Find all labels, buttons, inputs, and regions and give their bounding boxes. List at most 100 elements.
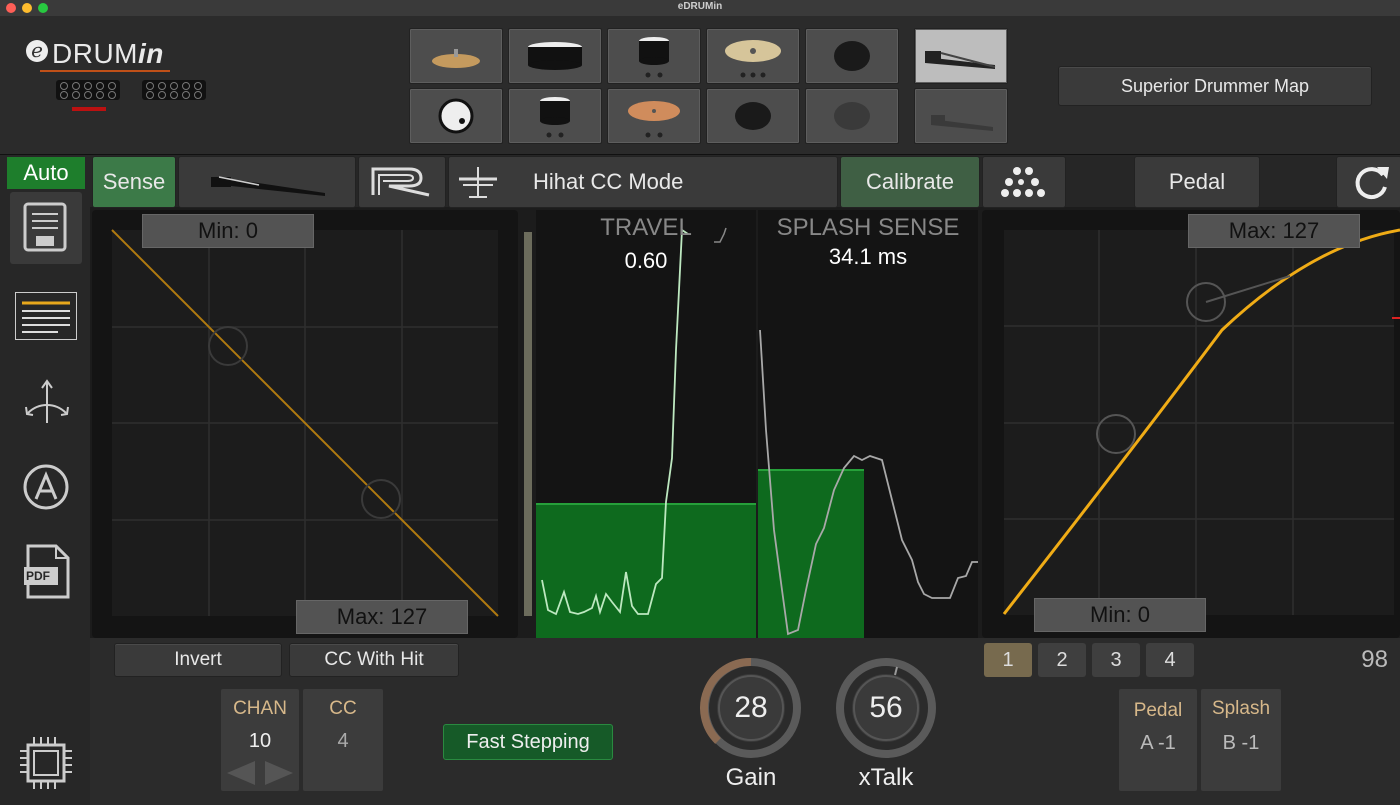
save-icon	[23, 202, 67, 252]
splash-meter: SPLASH SENSE 34.1 ms	[758, 210, 978, 638]
level-strip	[524, 232, 532, 616]
dots-pattern-icon	[1001, 167, 1045, 197]
min-label-left[interactable]: Min: 0	[142, 214, 314, 248]
pad-trigger-1[interactable]	[805, 28, 899, 84]
pad-trigger-2[interactable]	[706, 88, 800, 144]
cc-selector[interactable]: CC 4	[303, 689, 383, 791]
pad-ride-cymbal[interactable]	[706, 28, 800, 84]
kick-icon	[438, 98, 474, 134]
cc-value: 4	[337, 730, 349, 752]
input-port-2[interactable]	[142, 80, 206, 100]
left-arrow-icon	[227, 761, 255, 785]
min-label-right[interactable]: Min: 0	[1034, 598, 1206, 632]
invert-button[interactable]: Invert	[114, 643, 282, 677]
pedal-assign[interactable]: Pedal A -1	[1119, 689, 1197, 791]
save-button[interactable]	[10, 192, 82, 264]
routing-button[interactable]	[20, 375, 74, 429]
splash-sense-label: SPLASH SENSE	[776, 214, 960, 241]
hihat-pedal-icon	[211, 176, 325, 196]
auto-mode-button[interactable]	[22, 463, 70, 511]
settings-list-button[interactable]	[15, 292, 77, 340]
refresh-icon	[1355, 167, 1389, 200]
cymbal-icon	[628, 101, 680, 138]
xtalk-knob[interactable]: 56	[835, 657, 937, 759]
gain-knob[interactable]: 28	[700, 657, 802, 759]
pad-trigger-3[interactable]	[805, 88, 899, 144]
superior-drummer-map-button[interactable]: Superior Drummer Map	[1058, 66, 1372, 106]
channel-value: 10	[248, 730, 272, 752]
grid-dots-button[interactable]	[982, 156, 1066, 208]
device-button[interactable]	[18, 735, 74, 791]
splash-sense-value: 34.1 ms	[828, 244, 908, 269]
hihat-cc-mode-label: Hihat CC Mode	[533, 169, 684, 194]
splash-assign[interactable]: Splash B -1	[1201, 689, 1281, 791]
tom-icon	[639, 37, 669, 78]
pad-snare[interactable]	[508, 28, 602, 84]
logo: DRUMin	[52, 38, 164, 70]
cc-with-hit-button[interactable]: CC With Hit	[289, 643, 459, 677]
header: e DRUMin Superior Drummer Map	[0, 16, 1400, 156]
velocity-curve-panel-right: Max: 127 Min: 0	[982, 210, 1400, 638]
tab-1[interactable]: 1	[984, 643, 1032, 677]
gain-value: 28	[734, 691, 768, 724]
value-counter: 98	[1361, 646, 1388, 673]
pedal-type-button[interactable]	[178, 156, 356, 208]
pad-icon	[834, 102, 870, 130]
auto-button[interactable]: Auto	[7, 157, 85, 189]
pad-icon	[834, 41, 870, 71]
pedal-assign-value: A -1	[1140, 732, 1176, 754]
logo-in: in	[138, 38, 164, 69]
window-title: eDRUMin	[677, 1, 723, 12]
pad-kick[interactable]	[409, 88, 503, 144]
channel-arrows	[227, 761, 293, 785]
curve-graph-right[interactable]	[982, 210, 1400, 638]
roland-logo-icon	[371, 167, 430, 197]
logo-drum: DRUM	[52, 38, 138, 69]
calibrate-button[interactable]: Calibrate	[840, 156, 980, 208]
hihat-cc-mode-selector[interactable]: Hihat CC Mode	[448, 156, 838, 208]
logo-e: e	[26, 40, 48, 62]
roland-brand-button[interactable]	[358, 156, 446, 208]
cc-label: CC	[329, 698, 357, 719]
gain-label: Gain	[725, 764, 777, 791]
ride-icon	[725, 40, 781, 78]
sense-button[interactable]: Sense	[92, 156, 176, 208]
hihat-icon	[459, 167, 497, 198]
chip-icon	[20, 737, 72, 789]
xtalk-value: 56	[869, 691, 903, 724]
travel-meter: TRAVEL 0.60	[536, 210, 756, 638]
pad-hihat-pedal-2[interactable]	[914, 88, 1008, 144]
reset-button[interactable]	[1336, 156, 1400, 208]
tab-4[interactable]: 4	[1146, 643, 1194, 677]
logo-underline	[40, 70, 170, 72]
channel-label: CHAN	[233, 698, 287, 719]
pdf-label: PDF	[26, 569, 50, 583]
tab-2[interactable]: 2	[1038, 643, 1086, 677]
pad-china-cymbal[interactable]	[607, 88, 701, 144]
pad-hihat-pedal[interactable]	[914, 28, 1008, 84]
channel-selector[interactable]: CHAN 10	[221, 689, 299, 791]
travel-graph	[536, 227, 756, 638]
hihat-pedal-icon	[931, 115, 993, 131]
pad-tom-2[interactable]	[508, 88, 602, 144]
pad-crash-cymbal[interactable]	[409, 28, 503, 84]
pedal-button[interactable]: Pedal	[1134, 156, 1260, 208]
tab-3[interactable]: 3	[1092, 643, 1140, 677]
hihat-pedal-icon	[925, 51, 996, 69]
cymbal-icon	[432, 49, 480, 68]
pedal-assign-label: Pedal	[1133, 700, 1183, 721]
max-label-right[interactable]: Max: 127	[1188, 214, 1360, 248]
splash-graph	[758, 329, 978, 638]
velocity-curve-panel-left: Min: 0 Max: 127	[92, 210, 518, 638]
routing-arrows-icon	[25, 379, 69, 423]
pad-tom-1[interactable]	[607, 28, 701, 84]
pdf-manual-button[interactable]: PDF	[22, 543, 72, 601]
curve-graph-left[interactable]	[92, 210, 518, 638]
tom-icon	[540, 97, 570, 138]
input-port-1[interactable]	[56, 80, 120, 100]
snare-icon	[528, 42, 582, 70]
max-label-left[interactable]: Max: 127	[296, 600, 468, 634]
port-1-indicator	[72, 107, 106, 111]
fast-stepping-button[interactable]: Fast Stepping	[443, 724, 613, 760]
splash-assign-value: B -1	[1222, 732, 1260, 754]
